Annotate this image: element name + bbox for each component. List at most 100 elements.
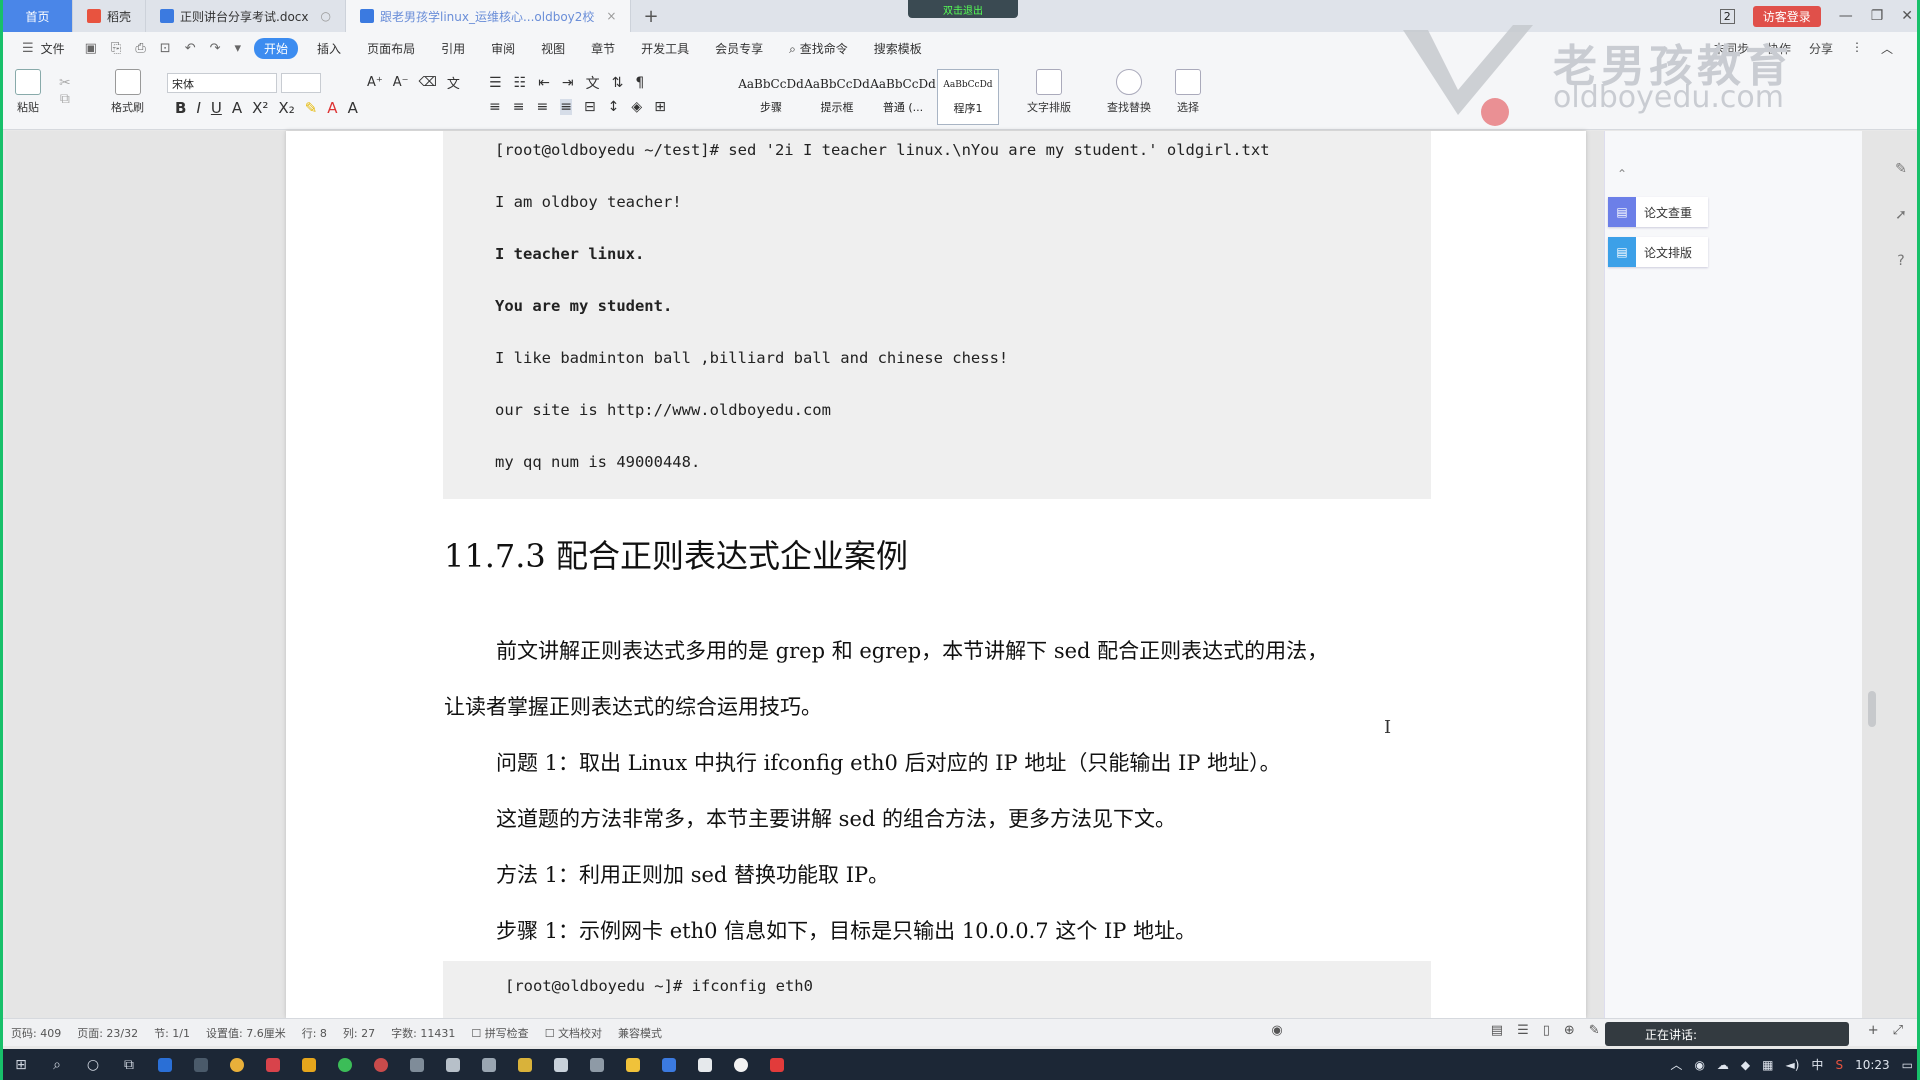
status-pages[interactable]: 页面: 23/32 xyxy=(77,1025,138,1041)
menu-member[interactable]: 会员专享 xyxy=(702,40,776,57)
undo-icon[interactable]: ↶ xyxy=(178,41,203,56)
tab-home[interactable]: 首页 xyxy=(3,0,73,32)
status-word-count[interactable]: 字数: 11431 xyxy=(391,1025,455,1041)
taskbar-app-icon[interactable] xyxy=(435,1049,471,1080)
taskbar-app-icon[interactable] xyxy=(723,1049,759,1080)
chrome-icon[interactable] xyxy=(219,1049,255,1080)
volume-icon[interactable]: ◄) xyxy=(1786,1058,1800,1072)
minimize-icon[interactable]: — xyxy=(1839,8,1853,24)
taskbar-app-icon[interactable] xyxy=(147,1049,183,1080)
taskbar-app-icon[interactable] xyxy=(471,1049,507,1080)
eye-protect-icon[interactable]: ◉ xyxy=(1271,1023,1282,1038)
panel-collapse-icon[interactable]: ⌃ xyxy=(1617,167,1627,181)
collapse-ribbon-icon[interactable]: ︿ xyxy=(1881,40,1893,57)
cortana-icon[interactable]: ○ xyxy=(75,1049,111,1080)
outline-view-icon[interactable]: ☰ xyxy=(1517,1023,1529,1038)
file-explorer-icon[interactable] xyxy=(615,1049,651,1080)
export-icon[interactable]: ⎘ xyxy=(104,41,128,56)
menu-start[interactable]: 开始 xyxy=(254,38,299,59)
paste-button[interactable]: 粘贴 xyxy=(15,69,41,115)
more-icon[interactable]: ⋮ xyxy=(1851,40,1863,57)
close-icon[interactable]: ✕ xyxy=(1901,8,1913,24)
tray-app-icon[interactable]: ◆ xyxy=(1741,1058,1750,1072)
print-icon[interactable]: ⎙ xyxy=(128,41,152,56)
tab-document-1[interactable]: 正则讲台分享考试.docx ○ xyxy=(146,0,346,32)
chinese-layout-icon[interactable]: 文 xyxy=(586,73,600,93)
align-center-icon[interactable]: ≡ xyxy=(513,99,525,115)
menu-review[interactable]: 审阅 xyxy=(478,40,528,57)
grow-font-icon[interactable]: A⁺ xyxy=(367,75,383,90)
status-page-no[interactable]: 页码: 409 xyxy=(11,1025,61,1041)
style-step[interactable]: AaBbCcDd 步骤 xyxy=(738,69,804,125)
find-replace-button[interactable]: 查找替换 xyxy=(1107,69,1151,115)
border-icon[interactable]: ⊞ xyxy=(654,99,666,115)
underline-icon[interactable]: U xyxy=(211,99,222,117)
shrink-font-icon[interactable]: A⁻ xyxy=(393,75,409,90)
windows-start-icon[interactable]: ⊞ xyxy=(3,1049,39,1080)
exit-fullscreen-badge[interactable]: 双击退出 xyxy=(908,0,1018,18)
menu-reference[interactable]: 引用 xyxy=(428,40,478,57)
tab-close-icon[interactable]: ○ xyxy=(321,9,331,23)
style-normal[interactable]: AaBbCcDd 普通 (... xyxy=(870,69,936,125)
page-count-badge[interactable]: 2 xyxy=(1719,8,1735,24)
paper-layout-button[interactable]: ▤ 论文排版 xyxy=(1608,237,1708,267)
tab-close-icon[interactable]: × xyxy=(606,9,616,23)
sync-status[interactable]: 未同步 xyxy=(1713,40,1749,57)
taskbar-app-icon[interactable] xyxy=(579,1049,615,1080)
menu-insert[interactable]: 插入 xyxy=(304,40,354,57)
document-page[interactable]: [root@oldboyedu ~/test]# sed '2i I teach… xyxy=(286,131,1586,1018)
menu-layout[interactable]: 页面布局 xyxy=(354,40,428,57)
clock[interactable]: 10:23 xyxy=(1855,1058,1890,1072)
taskbar-app-icon[interactable] xyxy=(543,1049,579,1080)
web-view-icon[interactable]: ⊕ xyxy=(1564,1023,1575,1038)
font-size-select[interactable] xyxy=(281,73,321,93)
taskbar-app-icon[interactable] xyxy=(507,1049,543,1080)
taskbar-app-icon[interactable] xyxy=(687,1049,723,1080)
paper-check-button[interactable]: ▤ 论文查重 xyxy=(1608,197,1708,227)
style-program1[interactable]: AaBbCcDd 程序1 xyxy=(937,69,999,125)
taskbar-app-icon[interactable] xyxy=(363,1049,399,1080)
login-button[interactable]: 访客登录 xyxy=(1752,5,1821,27)
show-marks-icon[interactable]: ¶ xyxy=(635,75,644,91)
read-view-icon[interactable]: ▯ xyxy=(1543,1023,1550,1038)
redo-icon[interactable]: ↷ xyxy=(203,41,228,56)
menu-chapter[interactable]: 章节 xyxy=(578,40,628,57)
line-spacing-icon[interactable]: ↕ xyxy=(608,99,620,115)
page-view-icon[interactable]: ▤ xyxy=(1491,1023,1503,1038)
share-button[interactable]: 分享 xyxy=(1809,40,1833,57)
font-family-select[interactable]: 宋体 xyxy=(167,73,277,93)
network-icon[interactable]: ▦ xyxy=(1762,1058,1773,1072)
italic-icon[interactable]: I xyxy=(196,99,200,117)
cursor-icon[interactable]: ➚ xyxy=(1895,207,1907,223)
tray-app-icon[interactable]: ☁ xyxy=(1717,1058,1729,1072)
command-search[interactable]: ⌕ 查找命令 xyxy=(776,40,861,57)
task-view-icon[interactable]: ⧉ xyxy=(111,1049,147,1080)
wps-writer-icon[interactable] xyxy=(651,1049,687,1080)
write-view-icon[interactable]: ✎ xyxy=(1589,1023,1600,1038)
distribute-icon[interactable]: ⊟ xyxy=(584,99,596,115)
select-button[interactable]: 选择 xyxy=(1175,69,1201,115)
copy-icon[interactable]: ⧉ xyxy=(60,91,70,107)
more-icon[interactable]: ▾ xyxy=(228,41,249,56)
phonetic-icon[interactable]: 文 xyxy=(447,73,460,92)
tab-document-2[interactable]: 跟老男孩学linux_运维核心...oldboy2校 × xyxy=(345,0,632,32)
menu-view[interactable]: 视图 xyxy=(528,40,578,57)
tray-app-icon[interactable]: S xyxy=(1835,1058,1843,1072)
zoom-in-icon[interactable]: + xyxy=(1868,1023,1879,1038)
numbered-list-icon[interactable]: ☷ xyxy=(514,75,527,91)
tray-expand-icon[interactable]: ︿ xyxy=(1670,1056,1682,1073)
taskbar-app-icon[interactable] xyxy=(255,1049,291,1080)
increase-indent-icon[interactable]: ⇥ xyxy=(562,75,574,91)
bold-icon[interactable]: B xyxy=(175,99,186,117)
taskbar-app-icon[interactable] xyxy=(183,1049,219,1080)
help-icon[interactable]: ? xyxy=(1897,253,1904,269)
format-painter-button[interactable]: 格式刷 xyxy=(111,69,144,115)
template-search[interactable]: 搜索模板 xyxy=(861,40,935,57)
justify-icon[interactable]: ≡ xyxy=(560,99,572,115)
save-icon[interactable]: ▣ xyxy=(78,41,104,56)
clear-format-icon[interactable]: ⌫ xyxy=(419,75,437,90)
sort-icon[interactable]: ⇅ xyxy=(612,75,624,91)
char-border-icon[interactable]: A xyxy=(348,99,358,117)
text-layout-button[interactable]: 文字排版 xyxy=(1027,69,1071,115)
subscript-icon[interactable]: X₂ xyxy=(278,99,294,117)
